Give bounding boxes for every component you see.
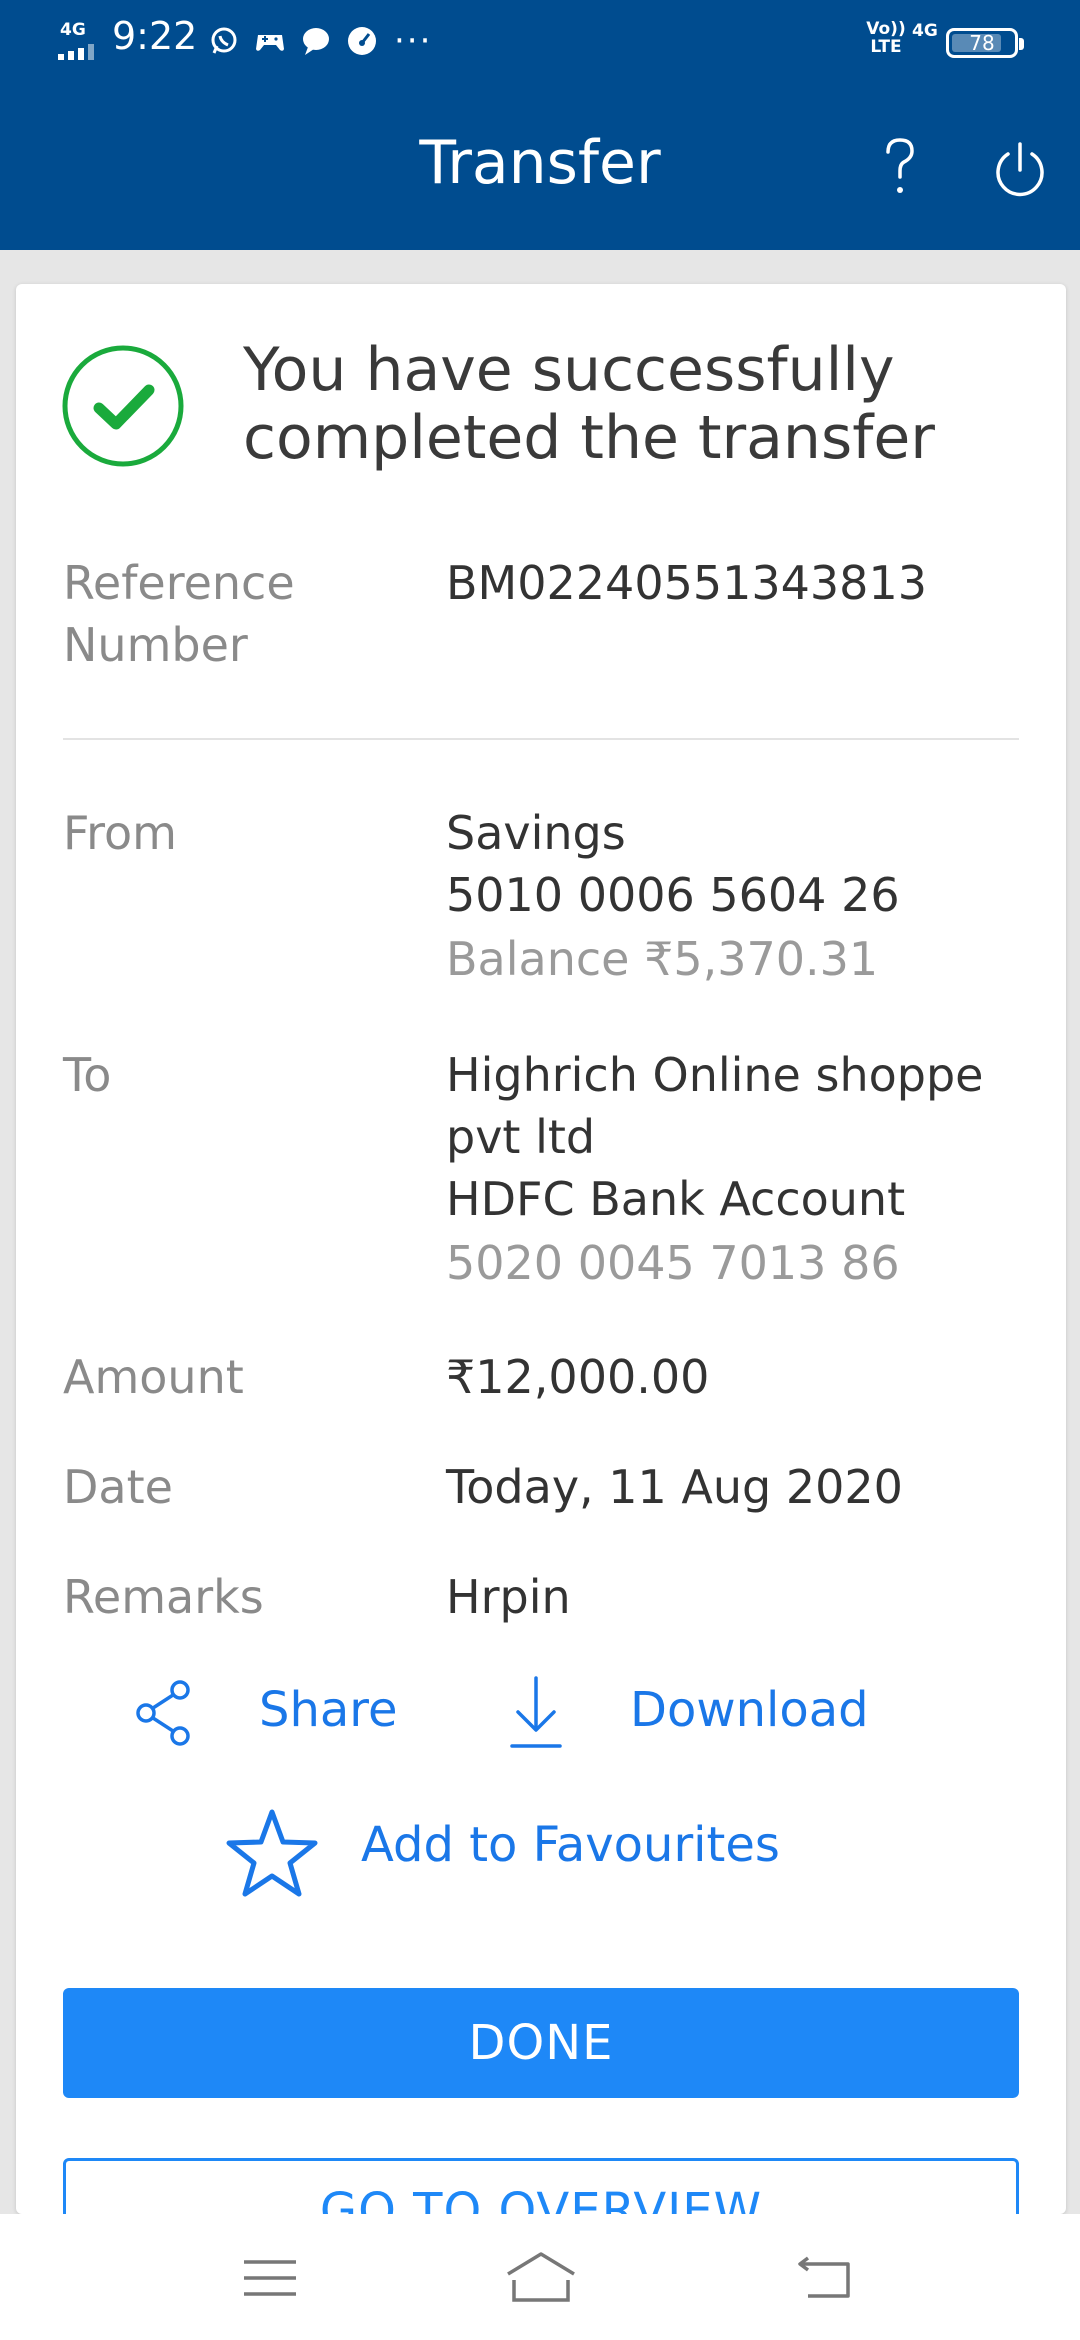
network-type-label: 4G <box>60 20 86 40</box>
status-bar: 4G 9:22 ··· Vo)) LTE 4G 78 <box>0 0 1080 84</box>
to-label: To <box>63 1048 112 1102</box>
download-button[interactable]: Download <box>630 1679 869 1741</box>
to-bank: HDFC Bank Account <box>446 1172 906 1226</box>
menu-icon[interactable] <box>242 2258 298 2298</box>
chat-icon <box>303 28 329 55</box>
star-icon[interactable] <box>224 1806 320 1900</box>
from-account-number: 5010 0006 5604 26 <box>446 868 900 922</box>
remarks-label: Remarks <box>63 1570 264 1624</box>
volte-indicator: Vo)) LTE <box>866 19 906 57</box>
more-notifications: ··· <box>394 21 433 61</box>
system-nav-bar <box>0 2214 1080 2340</box>
remarks-value: Hrpin <box>446 1570 571 1624</box>
from-account-type: Savings <box>446 806 626 860</box>
date-label: Date <box>63 1460 173 1514</box>
from-balance: Balance ₹5,370.31 <box>446 932 879 986</box>
amount-label: Amount <box>63 1350 244 1404</box>
back-icon[interactable] <box>796 2256 852 2300</box>
app-header: 4G 9:22 ··· Vo)) LTE 4G 78 Transfer <box>0 0 1080 250</box>
network-type-right: 4G <box>912 21 938 41</box>
game-icon <box>256 35 284 51</box>
reference-value: BM02240551343813 <box>446 556 927 610</box>
transfer-receipt-card: You have successfully completed the tran… <box>16 284 1066 2214</box>
go-to-overview-button[interactable]: GO TO OVERVIEW <box>63 2158 1019 2214</box>
whatsapp-icon <box>211 27 237 54</box>
to-name: Highrich Online shoppe pvt ltd <box>446 1048 984 1164</box>
from-label: From <box>63 806 177 860</box>
amount-value: ₹12,000.00 <box>446 1350 710 1404</box>
success-message: You have successfully completed the tran… <box>243 335 935 473</box>
status-time: 9:22 <box>112 14 198 58</box>
battery-level: 78 <box>969 31 995 55</box>
share-button[interactable]: Share <box>259 1679 398 1741</box>
share-icon[interactable] <box>132 1678 196 1748</box>
speedometer-icon <box>348 27 376 55</box>
battery-icon: 78 <box>946 28 1024 58</box>
to-account-number: 5020 0045 7013 86 <box>446 1236 900 1290</box>
notification-icons: ··· <box>208 20 432 62</box>
date-value: Today, 11 Aug 2020 <box>446 1460 903 1514</box>
power-icon[interactable] <box>990 140 1050 200</box>
check-circle-icon <box>62 345 184 467</box>
reference-label: Reference Number <box>63 556 295 672</box>
done-button[interactable]: DONE <box>63 1988 1019 2098</box>
download-icon[interactable] <box>504 1674 568 1752</box>
home-icon[interactable] <box>504 2250 578 2304</box>
signal-icon <box>58 44 104 60</box>
divider <box>63 738 1019 740</box>
help-icon[interactable] <box>870 132 930 202</box>
add-to-favourites-button[interactable]: Add to Favourites <box>361 1814 780 1876</box>
